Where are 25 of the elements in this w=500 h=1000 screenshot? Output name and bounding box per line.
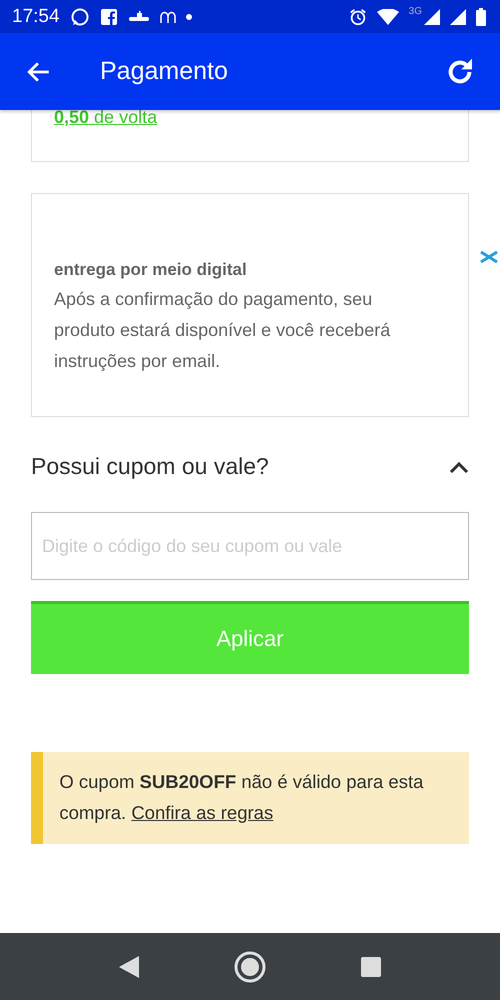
delivery-title: entrega por meio digital (54, 260, 248, 280)
alert-message: O cupom SUB20OFF não é válido para esta compra. Confira as regras (58, 770, 424, 825)
cross-icon[interactable] (479, 250, 499, 264)
dot-icon (186, 14, 192, 20)
submarine-icon (128, 10, 150, 22)
alarm-clock-icon (348, 8, 367, 26)
battery-icon (476, 8, 486, 26)
chevron-up-icon[interactable] (449, 460, 469, 472)
signal-icon (450, 8, 466, 24)
letter-f-square-icon (100, 8, 118, 26)
arches-icon (160, 10, 176, 22)
status-time: 17:54 (12, 6, 60, 28)
change-link[interactable]: 0,50 de volta (54, 107, 158, 128)
screen-title: Pagamento (100, 57, 228, 86)
back-triangle-icon[interactable] (119, 956, 139, 978)
signal-icon (424, 8, 440, 24)
delivery-description: Após a confirmação do pagamento, seu produto estará disponível e você receberá instruções por email. (54, 288, 392, 373)
apply-button[interactable]: Aplicar (31, 601, 469, 674)
home-circle-icon[interactable] (234, 950, 266, 982)
wifi-icon (376, 8, 399, 24)
rules-link[interactable]: Confira as regras (131, 802, 274, 823)
square-icon[interactable] (361, 956, 381, 976)
network-label: 3G (408, 6, 422, 17)
coupon-heading: Possui cupom ou vale? (31, 453, 269, 480)
chat-bubble-icon (70, 6, 90, 26)
